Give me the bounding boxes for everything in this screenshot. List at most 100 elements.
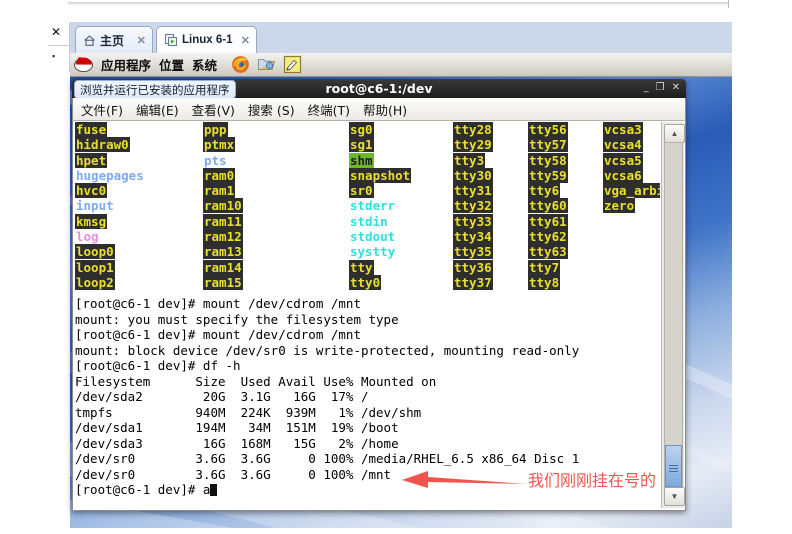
tab-linux-vm-label: Linux 6-1 [182, 34, 233, 46]
menu-edit[interactable]: 编辑(E) [136, 100, 179, 119]
menu-help[interactable]: 帮助(H) [363, 100, 407, 119]
terminal-scrollbar[interactable]: ▲ ▼ [661, 122, 685, 508]
menu-terminal[interactable]: 终端(T) [308, 100, 350, 119]
scroll-up-icon[interactable]: ▲ [664, 124, 685, 143]
menu-view[interactable]: 查看(V) [192, 100, 235, 119]
output-line: /dev/sda2 20G 3.1G 16G 17% / [75, 389, 369, 404]
device-entry-label: tty35 [453, 244, 493, 260]
device-entry-label: tty33 [453, 213, 493, 229]
bottom-margin [0, 528, 792, 534]
device-entry: ram10 [203, 198, 243, 214]
tab-home-label: 主页 [100, 33, 125, 48]
menu-file[interactable]: 文件(F) [81, 100, 123, 119]
firefox-icon[interactable] [231, 55, 250, 74]
device-entry: tty63 [528, 244, 568, 260]
gutter-close-icon[interactable]: ✕ [51, 26, 61, 38]
text-editor-icon[interactable] [283, 55, 302, 74]
device-entry: stdout [349, 229, 411, 244]
device-entry-label: tty62 [528, 229, 568, 245]
device-entry-label: vcsa6 [603, 167, 643, 183]
device-entry: tty6 [528, 183, 568, 199]
window-controls: _ ❐ ✕ [644, 82, 680, 94]
device-entry-label: systty [350, 244, 396, 260]
device-entry-label: tty57 [528, 137, 568, 153]
device-entry: kmsg [75, 213, 145, 229]
device-entry-label: ram1 [203, 183, 236, 199]
device-entry: tty33 [453, 213, 493, 229]
device-column: fuse hidraw0 hpet hugepages hvc0 input kmsg log… [75, 122, 145, 290]
device-entry-label: tty36 [453, 259, 493, 275]
device-entry: ram14 [203, 259, 243, 275]
device-entry-label: hvc0 [75, 183, 108, 199]
menu-applications[interactable]: 应用程序 [101, 55, 151, 74]
device-entry: sg1 [349, 137, 411, 153]
device-entry-label: log [76, 229, 99, 245]
menu-places[interactable]: 位置 [159, 55, 184, 74]
device-entry-label: tty3 [453, 152, 486, 168]
screenshot-root: ✕ ▪ 主页 ✕ Linux 6-1 ✕ 应用程序 位置 系统 root@c6-… [0, 0, 792, 534]
device-entry-label: sg1 [349, 137, 374, 153]
device-column: tty56 tty57 tty58 tty59 tty6 tty60 tty61 tty62 t… [528, 122, 568, 290]
device-entry-label: zero [603, 198, 636, 214]
close-button[interactable]: ✕ [672, 82, 680, 94]
file-manager-icon[interactable] [257, 55, 276, 74]
device-entry-label: stderr [350, 198, 396, 214]
device-entry: ram13 [203, 244, 243, 260]
scrollbar-track[interactable] [664, 142, 683, 488]
device-entry: tty61 [528, 213, 568, 229]
device-entry-label: tty7 [528, 259, 561, 275]
device-entry-label: ram14 [203, 259, 243, 275]
scrollbar-thumb[interactable] [665, 445, 682, 487]
tab-home-close-icon[interactable]: ✕ [132, 34, 146, 47]
device-entry-label: loop2 [75, 274, 115, 290]
device-entry: stdin [349, 214, 411, 229]
scroll-down-icon[interactable]: ▼ [664, 487, 685, 506]
device-entry: shm [349, 152, 411, 168]
terminal-screen[interactable]: fuse hidraw0 hpet hugepages hvc0 input kmsg log… [75, 122, 660, 508]
output-line: [root@c6-1 dev]# mount /dev/cdrom /mnt [75, 327, 361, 342]
device-entry-label: ppp [203, 122, 228, 137]
device-entry-label: ram15 [203, 274, 243, 290]
device-entry-label: ptmx [203, 137, 236, 153]
device-entry: tty58 [528, 152, 568, 168]
virtual-machine-icon [164, 33, 178, 47]
redhat-logo-icon [74, 56, 93, 73]
device-entry-label: ram11 [203, 213, 243, 229]
device-entry-label: hpet [75, 152, 108, 168]
device-entry: tty3 [453, 152, 493, 168]
left-margin [0, 0, 48, 534]
viewer-tabbar: 主页 ✕ Linux 6-1 ✕ [70, 22, 732, 54]
output-line: /dev/sr0 3.6G 3.6G 0 100% /media/RHEL_6.… [75, 451, 580, 466]
device-entry: tty7 [528, 259, 568, 275]
device-entry: vcsa5 [603, 152, 660, 168]
device-entry: tty36 [453, 259, 493, 275]
tab-linux-vm-close-icon[interactable]: ✕ [236, 34, 250, 47]
device-entry: vcsa4 [603, 137, 660, 153]
device-entry-label: sg0 [349, 122, 374, 137]
maximize-button[interactable]: ❐ [656, 82, 665, 94]
tab-linux-vm[interactable]: Linux 6-1 ✕ [156, 26, 257, 53]
device-entry-label: tty6 [528, 183, 561, 199]
menu-search[interactable]: 搜索 (S) [248, 100, 295, 119]
device-entry-label: tty60 [528, 198, 568, 214]
tab-home[interactable]: 主页 ✕ [75, 26, 153, 53]
device-entry-label: snapshot [349, 167, 412, 183]
device-entry: tty57 [528, 137, 568, 153]
output-line: mount: you must specify the filesystem t… [75, 311, 399, 327]
device-entry: tty35 [453, 244, 493, 260]
device-entry-label: tty34 [453, 229, 493, 245]
device-entry-label: hidraw0 [75, 137, 130, 153]
device-entry: sg0 [349, 122, 411, 137]
device-entry-label: stdout [350, 229, 396, 245]
device-entry: log [75, 229, 145, 244]
gutter-divider-h [48, 45, 69, 46]
terminal-titlebar[interactable]: root@c6-1:/dev _ ❐ ✕ 浏览并运行已安装的应用程序 [72, 79, 686, 99]
device-entry-label: tty59 [528, 167, 568, 183]
output-line: [root@c6-1 dev]# df -h [75, 358, 241, 373]
device-entry-label: tty63 [528, 244, 568, 260]
device-entry-label: shm [349, 152, 374, 168]
menu-system[interactable]: 系统 [192, 55, 217, 74]
minimize-button[interactable]: _ [644, 82, 649, 94]
device-entry: ptmx [203, 137, 243, 153]
device-entry-label: ram0 [203, 167, 236, 183]
